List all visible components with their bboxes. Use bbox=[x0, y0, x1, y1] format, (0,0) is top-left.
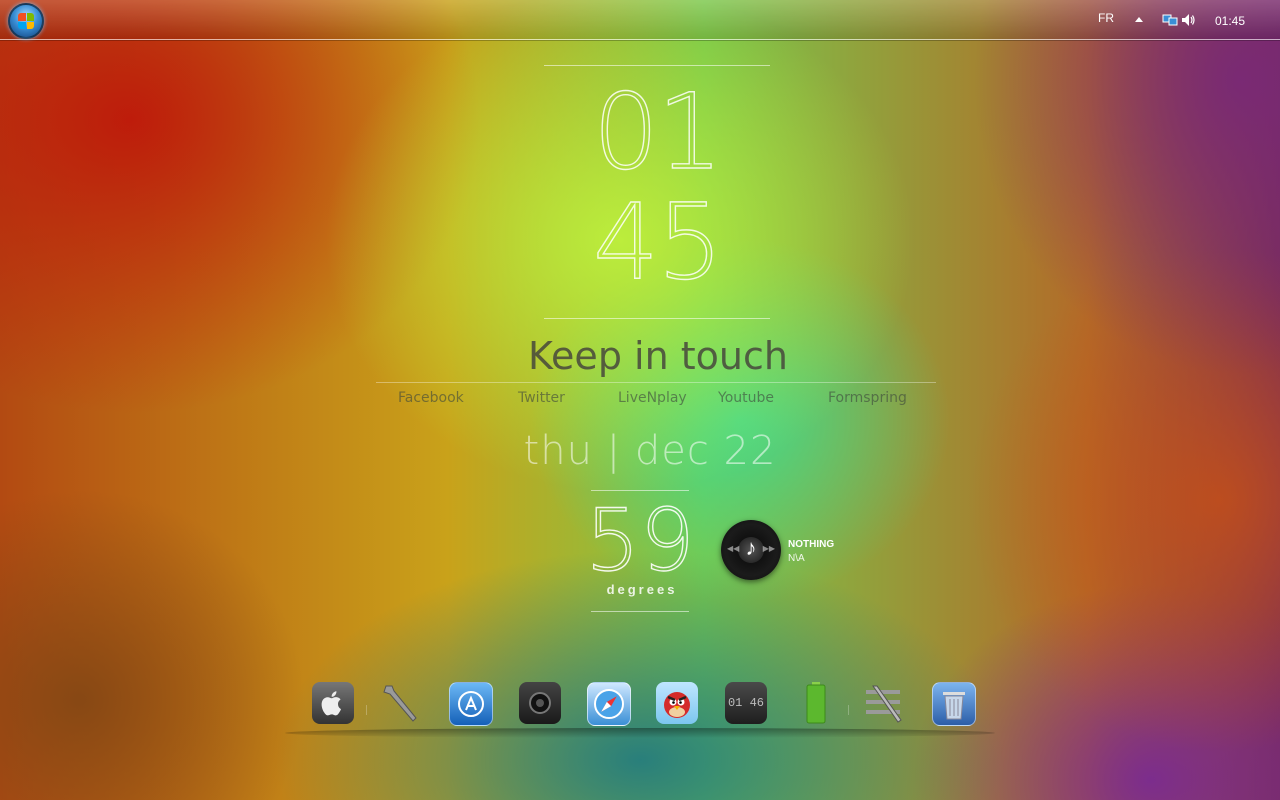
language-indicator[interactable]: FR bbox=[1098, 11, 1114, 25]
track-artist: N\A bbox=[788, 553, 805, 564]
apple-icon[interactable] bbox=[312, 682, 354, 724]
weather-bottom-divider bbox=[591, 611, 689, 612]
temperature-unit: degrees bbox=[606, 582, 678, 597]
formspring-link[interactable]: Formspring bbox=[828, 390, 907, 406]
volume-icon[interactable] bbox=[1180, 12, 1196, 28]
network-icon[interactable] bbox=[1162, 12, 1178, 28]
dock-shelf bbox=[285, 728, 995, 738]
wrench-icon[interactable] bbox=[380, 682, 422, 724]
dock-separator bbox=[366, 705, 367, 715]
battery-icon[interactable] bbox=[795, 682, 837, 724]
settings-tools-icon[interactable] bbox=[863, 682, 905, 724]
social-divider bbox=[376, 382, 936, 383]
twitter-link[interactable]: Twitter bbox=[518, 390, 565, 406]
clock-widget-text: 01 46 bbox=[727, 696, 764, 710]
clock-widget-icon[interactable]: 01 46 bbox=[725, 682, 767, 724]
clock-minutes: 45 bbox=[592, 181, 724, 303]
trash-icon[interactable] bbox=[932, 682, 976, 726]
clock-hours: 01 bbox=[592, 71, 724, 193]
taskbar-clock[interactable]: 01:45 bbox=[1215, 14, 1245, 28]
date-display: thu | dec 22 bbox=[523, 428, 777, 474]
app-store-icon[interactable] bbox=[449, 682, 493, 726]
facebook-link[interactable]: Facebook bbox=[398, 390, 464, 406]
social-title: Keep in touch bbox=[528, 334, 788, 378]
music-player-disc[interactable]: ◀◀ ♪ ▶▶ bbox=[721, 520, 781, 580]
youtube-link[interactable]: Youtube bbox=[718, 390, 774, 406]
dock-separator bbox=[848, 705, 849, 715]
temperature-value: 59 bbox=[585, 491, 696, 591]
angry-birds-icon[interactable] bbox=[656, 682, 698, 724]
clock-top-divider bbox=[544, 65, 770, 66]
taskbar: FR 01:45 bbox=[0, 0, 1280, 40]
start-button[interactable] bbox=[8, 3, 44, 39]
next-track-icon[interactable]: ▶▶ bbox=[763, 544, 775, 553]
camera-icon[interactable] bbox=[519, 682, 561, 724]
clock-bottom-divider bbox=[544, 318, 770, 319]
track-title: NOTHING bbox=[788, 539, 835, 550]
windows-logo-icon bbox=[18, 13, 34, 29]
safari-compass-icon[interactable] bbox=[587, 682, 631, 726]
livenplay-link[interactable]: LiveNplay bbox=[618, 390, 687, 406]
show-hidden-icons-arrow-icon[interactable] bbox=[1135, 17, 1143, 22]
